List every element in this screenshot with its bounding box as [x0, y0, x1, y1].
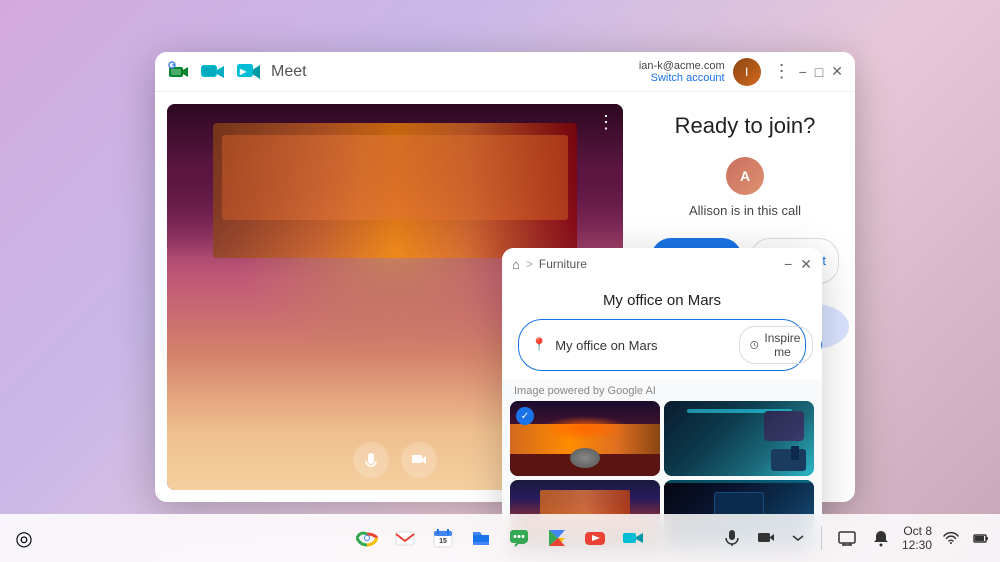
picker-titlebar: ⌂ > Furniture − ✕ — [502, 248, 822, 280]
svg-text:15: 15 — [439, 538, 447, 545]
meet-title: Meet — [271, 63, 307, 81]
inspire-icon — [750, 339, 758, 351]
home-icon[interactable]: ⌂ — [512, 257, 520, 272]
meet-icon — [199, 58, 227, 86]
breadcrumb-furniture[interactable]: Furniture — [539, 257, 587, 271]
battery-icon[interactable] — [970, 527, 992, 549]
calendar-icon[interactable]: 15 — [427, 522, 459, 554]
taskbar: ◎ 15 — [0, 514, 1000, 562]
picker-search-area: My office on Mars 📍 Inspire me Create — [502, 280, 822, 379]
picker-close-icon[interactable]: ✕ — [800, 256, 812, 273]
camera-off-button[interactable] — [401, 442, 437, 478]
expand-icon[interactable] — [787, 527, 809, 549]
create-button[interactable]: Create — [821, 334, 822, 356]
youtube-icon[interactable] — [579, 522, 611, 554]
more-icon[interactable]: ⋮ — [773, 61, 791, 82]
minimize-icon[interactable]: − — [799, 64, 807, 80]
image-option-2[interactable] — [664, 401, 814, 476]
picker-window-controls: − ✕ — [784, 256, 812, 273]
caller-name: Allison is in this call — [689, 203, 801, 218]
breadcrumb: ⌂ > Furniture — [512, 257, 587, 272]
taskbar-left: ◎ — [8, 522, 40, 554]
camera-icon[interactable] — [753, 525, 779, 551]
avatar: I — [733, 58, 761, 86]
account-info: ian-k@acme.com Switch account — [639, 60, 725, 84]
inspire-me-button[interactable]: Inspire me — [739, 326, 813, 364]
notification-icon[interactable] — [868, 525, 894, 551]
gmail-icon[interactable] — [389, 522, 421, 554]
screen-capture-icon[interactable] — [834, 525, 860, 551]
play-store-icon[interactable] — [541, 522, 573, 554]
search-input[interactable] — [555, 338, 731, 353]
chat-icon[interactable] — [503, 522, 535, 554]
time-display: 12:30 — [902, 538, 932, 552]
search-label: My office on Mars — [518, 292, 806, 309]
date-display: Oct 8 — [903, 524, 932, 538]
google-meet-icon: ▶ — [235, 58, 263, 86]
breadcrumb-separator: > — [526, 257, 533, 271]
image-powered-label: Image powered by Google AI — [502, 379, 822, 401]
search-input-container: 📍 Inspire me Create — [518, 319, 806, 371]
mute-button[interactable] — [353, 442, 389, 478]
desktop: ▶ Meet ian-k@acme.com Switch account I ⋮… — [0, 0, 1000, 562]
meet-logo-area: ▶ Meet — [167, 58, 307, 86]
video-more-icon[interactable]: ⋮ — [597, 112, 615, 133]
microphone-icon[interactable] — [719, 525, 745, 551]
picker-minimize-icon[interactable]: − — [784, 256, 792, 272]
switch-account-link[interactable]: Switch account — [639, 72, 725, 84]
account-email: ian-k@acme.com — [639, 60, 725, 72]
ready-title: Ready to join? — [675, 112, 816, 141]
video-controls — [353, 442, 437, 478]
meet-titlebar: ▶ Meet ian-k@acme.com Switch account I ⋮… — [155, 52, 855, 92]
chrome-icon[interactable] — [351, 522, 383, 554]
account-area: ian-k@acme.com Switch account I — [639, 58, 761, 86]
files-icon[interactable] — [465, 522, 497, 554]
taskbar-divider — [821, 526, 822, 550]
caller-avatar: A — [726, 157, 764, 195]
svg-text:▶: ▶ — [239, 67, 247, 76]
launcher-button[interactable]: ◎ — [8, 522, 40, 554]
clock-area[interactable]: Oct 8 12:30 — [902, 524, 932, 552]
wifi-icon[interactable] — [940, 527, 962, 549]
image-picker-window: ⌂ > Furniture − ✕ My office on Mars 📍 In… — [502, 248, 822, 548]
meet-taskbar-icon[interactable] — [617, 522, 649, 554]
meet-logo-icon — [167, 60, 191, 84]
taskbar-center: 15 — [351, 522, 649, 554]
image-option-1[interactable]: ✓ — [510, 401, 660, 476]
location-icon: 📍 — [531, 337, 547, 353]
close-icon[interactable]: ✕ — [831, 63, 843, 80]
selected-badge: ✓ — [516, 407, 534, 425]
maximize-icon[interactable]: □ — [815, 64, 823, 80]
taskbar-right: Oct 8 12:30 — [719, 524, 992, 552]
inspire-label: Inspire me — [763, 331, 803, 359]
